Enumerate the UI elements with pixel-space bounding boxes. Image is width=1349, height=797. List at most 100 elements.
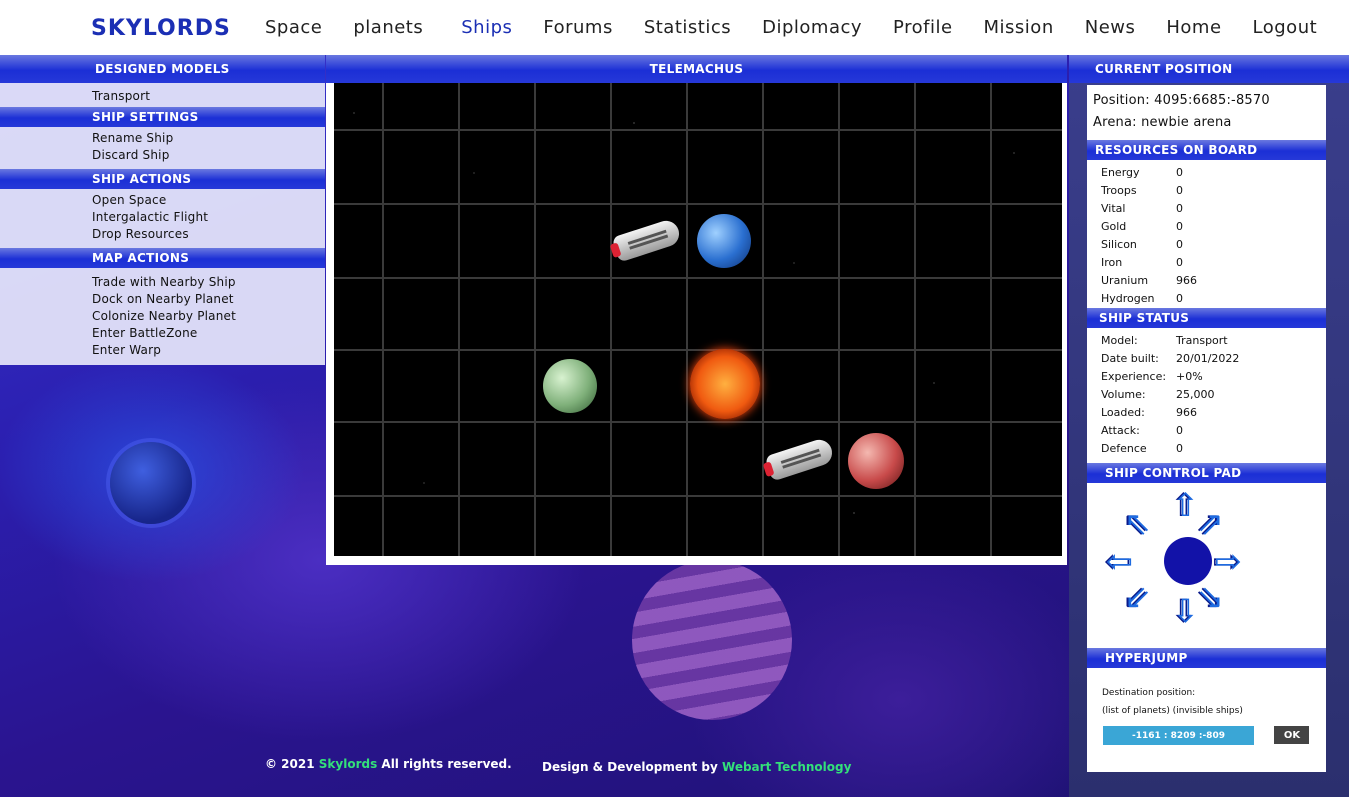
green-planet[interactable] bbox=[543, 359, 597, 413]
nav-diplomacy[interactable]: Diplomacy bbox=[762, 17, 862, 38]
status-name: Model: bbox=[1101, 334, 1138, 347]
resources-list: Energy 0 Troops 0 Vital 0 Gold 0 Silicon 0 Ir… bbox=[1087, 160, 1326, 308]
hyperjump-ok-button[interactable]: OK bbox=[1274, 726, 1310, 744]
discard-ship-link[interactable]: Discard Ship bbox=[92, 147, 325, 164]
resource-value: 0 bbox=[1176, 184, 1183, 197]
ship-actions-list: Open Space Intergalactic Flight Drop Res… bbox=[0, 189, 325, 248]
copyright-footer: © 2021 Skylords All rights reserved. bbox=[265, 757, 512, 771]
move-up-arrow-icon[interactable]: ⇧ bbox=[1172, 489, 1199, 521]
status-name: Attack: bbox=[1101, 424, 1140, 437]
resource-name: Energy bbox=[1101, 166, 1140, 179]
resource-value: 0 bbox=[1176, 256, 1183, 269]
status-value: Transport bbox=[1176, 334, 1228, 347]
site-logo[interactable]: SKYLORDS bbox=[91, 16, 231, 41]
grid-line bbox=[334, 349, 1062, 351]
developer-link[interactable]: Webart Technology bbox=[722, 760, 851, 774]
intergalactic-flight-link[interactable]: Intergalactic Flight bbox=[92, 209, 325, 226]
design-prefix: Design & Development by bbox=[542, 760, 718, 774]
move-down-right-arrow-icon[interactable]: ⇘ bbox=[1197, 581, 1224, 613]
grid-line bbox=[838, 83, 840, 556]
red-planet[interactable] bbox=[848, 433, 904, 489]
move-left-arrow-icon[interactable]: ⇦ bbox=[1106, 545, 1133, 577]
move-right-arrow-icon[interactable]: ⇨ bbox=[1215, 545, 1242, 577]
destination-hint[interactable]: (list of planets) (invisible ships) bbox=[1087, 702, 1326, 720]
ship-status-card: SHIP STATUS Model: Transport Date built: 2… bbox=[1087, 308, 1326, 463]
nav-statistics[interactable]: Statistics bbox=[644, 17, 731, 38]
grid-line bbox=[534, 83, 536, 556]
status-row: Experience: +0% bbox=[1087, 368, 1326, 386]
grid-line bbox=[382, 83, 384, 556]
status-value: 20/01/2022 bbox=[1176, 352, 1240, 365]
nav-ships[interactable]: Ships bbox=[461, 17, 512, 38]
resource-row: Uranium 966 bbox=[1087, 272, 1326, 290]
resource-value: 0 bbox=[1176, 202, 1183, 215]
designed-models-header: DESIGNED MODELS bbox=[0, 55, 325, 83]
grid-line bbox=[334, 421, 1062, 423]
main-nav: Space planets Ships Forums Statistics Di… bbox=[265, 17, 1317, 38]
player-ship[interactable] bbox=[611, 217, 683, 263]
dock-nearby-planet-link[interactable]: Dock on Nearby Planet bbox=[92, 291, 325, 308]
status-name: Experience: bbox=[1101, 370, 1167, 383]
colonize-nearby-planet-link[interactable]: Colonize Nearby Planet bbox=[92, 308, 325, 325]
grid-line bbox=[610, 83, 612, 556]
resource-row: Iron 0 bbox=[1087, 254, 1326, 272]
status-row: Model: Transport bbox=[1087, 332, 1326, 350]
resources-card: RESOURCES ON BOARD Energy 0 Troops 0 Vital… bbox=[1087, 140, 1326, 308]
nav-planets[interactable]: planets bbox=[353, 17, 423, 38]
nav-logout[interactable]: Logout bbox=[1253, 17, 1318, 38]
position-text: Position: 4095:6685:-8570 bbox=[1093, 93, 1270, 108]
status-row: Defence 0 bbox=[1087, 440, 1326, 458]
move-down-arrow-icon[interactable]: ⇩ bbox=[1172, 595, 1199, 627]
grid-line bbox=[334, 495, 1062, 497]
drop-resources-link[interactable]: Drop Resources bbox=[92, 226, 325, 243]
resource-row: Silicon 0 bbox=[1087, 236, 1326, 254]
background-planet-blue bbox=[110, 442, 192, 524]
map-title: TELEMACHUS bbox=[326, 55, 1067, 83]
grid-line bbox=[686, 83, 688, 556]
resource-name: Silicon bbox=[1101, 238, 1137, 251]
move-up-right-arrow-icon[interactable]: ⇗ bbox=[1197, 507, 1224, 539]
open-space-link[interactable]: Open Space bbox=[92, 192, 325, 209]
model-item-transport[interactable]: Transport bbox=[92, 88, 325, 105]
move-up-left-arrow-icon[interactable]: ⇖ bbox=[1124, 507, 1151, 539]
nav-news[interactable]: News bbox=[1085, 17, 1136, 38]
grid-line bbox=[334, 277, 1062, 279]
left-panel: DESIGNED MODELS Transport SHIP SETTINGS … bbox=[0, 55, 325, 365]
nav-mission[interactable]: Mission bbox=[984, 17, 1054, 38]
status-value: 25,000 bbox=[1176, 388, 1215, 401]
resource-value: 0 bbox=[1176, 238, 1183, 251]
enter-warp-link[interactable]: Enter Warp bbox=[92, 342, 325, 359]
sun[interactable] bbox=[690, 349, 760, 419]
rename-ship-link[interactable]: Rename Ship bbox=[92, 130, 325, 147]
resource-row: Troops 0 bbox=[1087, 182, 1326, 200]
control-pad: ⇧ ⇖ ⇗ ⇦ ⇨ ⇙ ⇘ ⇩ bbox=[1087, 483, 1326, 647]
enter-battlezone-link[interactable]: Enter BattleZone bbox=[92, 325, 325, 342]
arena-text: Arena: newbie arena bbox=[1093, 115, 1232, 130]
destination-input[interactable] bbox=[1103, 726, 1254, 745]
status-name: Date built: bbox=[1101, 352, 1159, 365]
nav-home[interactable]: Home bbox=[1166, 17, 1221, 38]
resource-value: 0 bbox=[1176, 166, 1183, 179]
nav-space[interactable]: Space bbox=[265, 17, 322, 38]
ship-settings-header: SHIP SETTINGS bbox=[0, 107, 325, 127]
space-grid[interactable] bbox=[334, 83, 1062, 556]
nav-profile[interactable]: Profile bbox=[893, 17, 952, 38]
other-ship[interactable] bbox=[764, 436, 836, 482]
status-name: Defence bbox=[1101, 442, 1147, 455]
resource-name: Troops bbox=[1101, 184, 1137, 197]
nav-forums[interactable]: Forums bbox=[543, 17, 612, 38]
top-header: SKYLORDS Space planets Ships Forums Stat… bbox=[0, 0, 1349, 55]
resource-value: 0 bbox=[1176, 220, 1183, 233]
move-down-left-arrow-icon[interactable]: ⇙ bbox=[1124, 581, 1151, 613]
blue-planet[interactable] bbox=[697, 214, 751, 268]
brand-link[interactable]: Skylords bbox=[319, 757, 377, 771]
trade-nearby-ship-link[interactable]: Trade with Nearby Ship bbox=[92, 274, 325, 291]
position-card: Position: 4095:6685:-8570 Arena: newbie … bbox=[1087, 85, 1326, 140]
designed-models-list: Transport bbox=[0, 83, 325, 107]
hyperjump-header: HYPERJUMP bbox=[1087, 648, 1326, 668]
resource-value: 966 bbox=[1176, 274, 1197, 287]
ship-status-header: SHIP STATUS bbox=[1087, 308, 1326, 328]
developer-footer: Design & Development by Webart Technolog… bbox=[542, 760, 851, 774]
hyperjump-card: HYPERJUMP Destination position: (list of… bbox=[1087, 648, 1326, 772]
resource-value: 0 bbox=[1176, 292, 1183, 305]
